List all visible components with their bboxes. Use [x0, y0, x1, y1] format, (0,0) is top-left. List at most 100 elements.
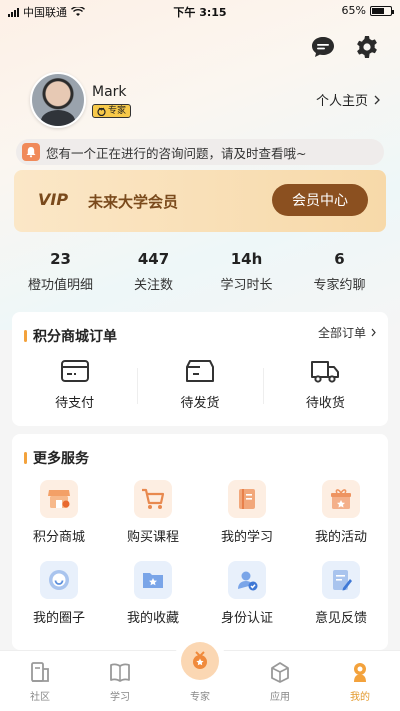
tab-me[interactable]: 我的: [320, 651, 400, 711]
vip-membership-name: 未来大学会员: [88, 193, 179, 211]
service-my-learning[interactable]: 我的学习: [200, 480, 294, 545]
id-verify-icon: [228, 561, 266, 599]
box-icon: [185, 360, 214, 382]
title-accent-bar: [24, 330, 27, 342]
shop-icon: [40, 480, 78, 518]
bell-icon: [22, 143, 40, 161]
tab-bar: 社区 学习 专家 应用 我的: [0, 635, 400, 711]
battery-icon: [370, 5, 394, 16]
order-label: 待发货: [180, 396, 220, 411]
folder-star-icon: [134, 561, 172, 599]
tab-expert[interactable]: 专家: [160, 635, 240, 711]
study-icon: [110, 663, 130, 682]
service-feedback[interactable]: 意见反馈: [294, 561, 388, 626]
cart-icon: [134, 480, 172, 518]
tab-apps[interactable]: 应用: [240, 651, 320, 711]
services-title: 更多服务: [24, 448, 89, 468]
tab-label: 学习: [110, 692, 130, 703]
services-grid: 积分商城 购买课程 我的学习 我的活动 我的圈子 我的收藏 身份认证 意见反馈: [12, 480, 388, 626]
stat-item[interactable]: 14h 学习时长: [200, 250, 293, 294]
service-my-favorites[interactable]: 我的收藏: [106, 561, 200, 626]
stat-value: 6: [334, 250, 345, 268]
services-card: 更多服务 积分商城 购买课程 我的学习 我的活动 我的圈子 我的收藏 身份认证 …: [12, 434, 388, 650]
service-label: 我的圈子: [32, 611, 85, 626]
homepage-link[interactable]: 个人主页: [316, 90, 380, 109]
tab-label: 社区: [30, 692, 50, 703]
title-accent-bar: [24, 452, 27, 464]
expert-center-button: [174, 635, 226, 687]
stat-item[interactable]: 447 关注数: [107, 250, 200, 294]
feedback-icon: [322, 561, 360, 599]
orders-title: 积分商城订单: [24, 326, 117, 346]
all-orders-label: 全部订单: [317, 326, 366, 340]
stat-value: 447: [137, 250, 170, 268]
me-icon: [354, 663, 366, 682]
stat-label: 橙功值明细: [27, 278, 93, 293]
status-time: 下午 3:15: [173, 6, 227, 19]
stats-row: 23 橙功值明细 447 关注数 14h 学习时长 6 专家约聊: [14, 250, 386, 294]
battery-percent: 65%: [341, 4, 366, 17]
stat-label: 学习时长: [220, 278, 273, 293]
order-pending-shipment[interactable]: 待发货: [137, 358, 262, 414]
stat-label: 关注数: [133, 278, 173, 293]
service-points-mall[interactable]: 积分商城: [12, 480, 106, 545]
circle-icon: [40, 561, 78, 599]
consult-notice[interactable]: 您有一个正在进行的咨询问题，请及时查看哦~: [16, 139, 384, 165]
settings-icon[interactable]: [354, 34, 380, 60]
tab-study[interactable]: 学习: [80, 651, 160, 711]
message-icon[interactable]: [310, 34, 336, 60]
expert-badge-label: 专家: [108, 106, 127, 116]
expert-icon: [181, 642, 219, 680]
status-bar: 中国联通 下午 3:15 65%: [0, 0, 400, 22]
stat-item[interactable]: 6 专家约聊: [293, 250, 386, 294]
stat-value: 14h: [230, 250, 263, 268]
chevron-right-icon: [374, 95, 380, 104]
service-label: 积分商城: [32, 530, 85, 545]
orders-card: 积分商城订单 全部订单 待支付 待发货 待收货: [12, 312, 388, 426]
vip-card[interactable]: VIP 未来大学会员 会员中心: [14, 170, 386, 232]
tab-label: 应用: [270, 692, 290, 703]
member-center-button[interactable]: 会员中心: [272, 184, 368, 216]
order-pending-receipt[interactable]: 待收货: [262, 358, 388, 414]
medal-icon: [97, 107, 106, 116]
service-label: 身份认证: [220, 611, 273, 626]
header-actions: [310, 34, 380, 60]
orders-title-label: 积分商城订单: [33, 329, 117, 345]
service-my-circle[interactable]: 我的圈子: [12, 561, 106, 626]
service-label: 我的学习: [220, 530, 273, 545]
wallet-icon: [60, 360, 89, 382]
service-label: 我的收藏: [126, 611, 179, 626]
community-icon: [31, 662, 49, 682]
status-right: 65%: [341, 4, 394, 17]
username: Mark: [92, 84, 127, 100]
services-title-label: 更多服务: [33, 451, 89, 467]
service-label: 意见反馈: [314, 611, 367, 626]
chevron-right-icon: [371, 328, 376, 337]
stat-label: 专家约聊: [313, 278, 366, 293]
gift-icon: [322, 480, 360, 518]
tab-label: 我的: [350, 692, 370, 703]
avatar[interactable]: [30, 72, 86, 128]
profile-section: Mark 专家 个人主页: [30, 72, 380, 132]
book-icon: [228, 480, 266, 518]
truck-icon: [311, 361, 340, 383]
stat-value: 23: [50, 250, 71, 268]
service-buy-course[interactable]: 购买课程: [106, 480, 200, 545]
order-label: 待收货: [305, 396, 345, 411]
service-my-activities[interactable]: 我的活动: [294, 480, 388, 545]
homepage-label: 个人主页: [315, 94, 368, 109]
order-pending-payment[interactable]: 待支付: [12, 358, 137, 414]
notice-text: 您有一个正在进行的咨询问题，请及时查看哦~: [46, 145, 307, 161]
service-identity-verification[interactable]: 身份认证: [200, 561, 294, 626]
vip-tag: VIP: [38, 190, 69, 209]
apps-icon: [271, 662, 289, 683]
order-status-list: 待支付 待发货 待收货: [12, 358, 388, 414]
all-orders-link[interactable]: 全部订单: [318, 324, 376, 341]
order-label: 待支付: [55, 396, 95, 411]
service-label: 我的活动: [314, 530, 367, 545]
tab-label: 专家: [190, 692, 210, 703]
service-label: 购买课程: [126, 530, 179, 545]
expert-badge: 专家: [92, 104, 132, 118]
tab-community[interactable]: 社区: [0, 651, 80, 711]
stat-item[interactable]: 23 橙功值明细: [14, 250, 107, 294]
